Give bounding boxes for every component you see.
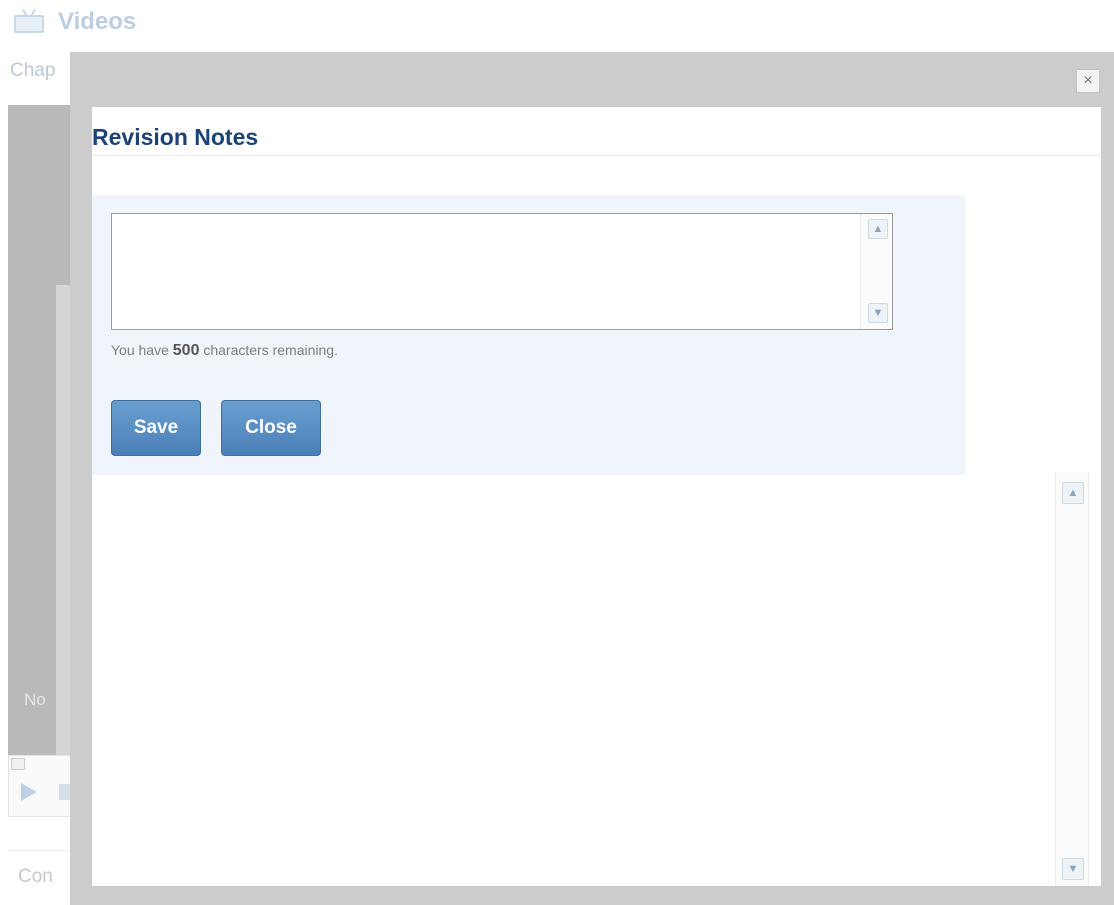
remaining-count: 500 [172,342,200,359]
video-controls [8,755,78,817]
video-overlay-text: No [24,690,46,709]
video-player[interactable] [8,105,78,755]
modal-body: Revision Notes ▲ ▼ You have 500 characte… [92,107,1101,886]
scroll-down-icon[interactable]: ▼ [1062,858,1084,880]
modal-scrollbar[interactable]: ▲ ▼ [1055,472,1089,886]
modal-close-icon[interactable]: × [1076,69,1100,93]
chapter-label: Chap [10,60,56,81]
scroll-up-icon[interactable]: ▲ [868,219,888,239]
grip-icon [11,758,25,770]
notes-panel: ▲ ▼ You have 500 characters remaining. S… [92,195,965,475]
tv-icon [10,9,50,35]
scroll-down-icon[interactable]: ▼ [868,303,888,323]
page-title: Videos [58,8,137,35]
page-header: Videos [10,8,136,36]
remaining-suffix: characters remaining. [203,342,338,358]
characters-remaining: You have 500 characters remaining. [111,342,338,360]
modal-title: Revision Notes [92,124,259,150]
revision-notes-modal: × Revision Notes ▲ ▼ You have 500 charac… [70,52,1114,905]
save-button[interactable]: Save [111,400,201,456]
scroll-up-icon[interactable]: ▲ [1062,482,1084,504]
play-icon[interactable] [21,783,37,801]
remaining-prefix: You have [111,342,169,358]
close-button[interactable]: Close [221,400,321,456]
notes-textarea[interactable]: ▲ ▼ [111,213,893,330]
content-section: Con [8,850,78,900]
title-divider [92,155,1101,156]
textarea-scrollbar[interactable]: ▲ ▼ [860,214,892,329]
content-section-label: Con [18,866,53,887]
